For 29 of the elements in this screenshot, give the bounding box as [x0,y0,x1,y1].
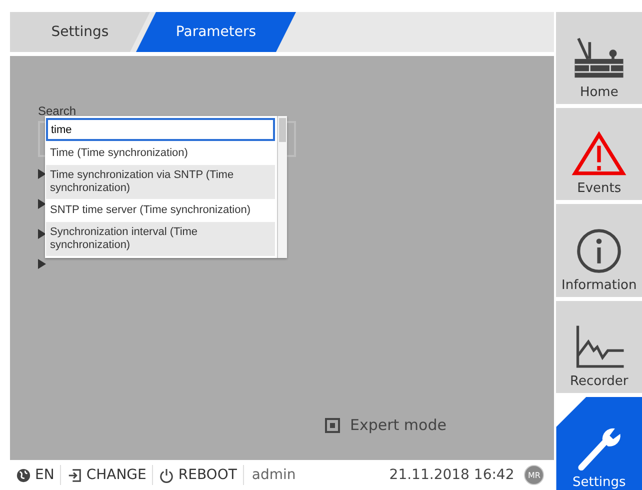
expand-arrow-icon[interactable] [38,169,46,179]
user-name: admin [250,467,296,483]
tab[interactable]: Parameters [136,12,296,52]
expand-arrow-icon[interactable] [38,229,46,239]
expand-arrow-icon[interactable] [38,199,46,209]
expert-mode-checkbox[interactable] [325,418,340,432]
globe-icon [16,468,31,482]
scrollbar-thumb[interactable] [279,118,286,142]
expert-mode-label: Expert mode [350,416,446,434]
search-label: Search [38,104,76,118]
change-button[interactable]: CHANGE [61,467,152,483]
warning-icon [571,131,628,178]
nav-button[interactable]: Events [556,108,642,200]
scrollbar[interactable] [277,116,287,258]
nav-button[interactable]: Recorder [556,300,642,393]
date-time: 21.11.2018 16:42 [389,467,514,483]
suggestion-item[interactable]: Time synchronization via SNTP (Time synchronization) [46,165,275,199]
tab[interactable]: Settings [10,12,150,52]
nav-button[interactable]: Information [556,204,642,297]
company-logo: MR [524,465,544,485]
language-button[interactable]: EN [10,467,60,483]
reboot-button[interactable]: REBOOT [153,467,243,483]
power-icon [159,468,174,482]
search-field[interactable]: time [46,118,275,141]
nav-button[interactable]: Settings [556,396,642,490]
login-icon [67,468,82,482]
nav-button[interactable]: Home [556,12,642,104]
expand-arrow-icon[interactable] [38,259,46,269]
suggestion-item[interactable]: Synchronization interval (Time synchronization) [46,222,275,256]
